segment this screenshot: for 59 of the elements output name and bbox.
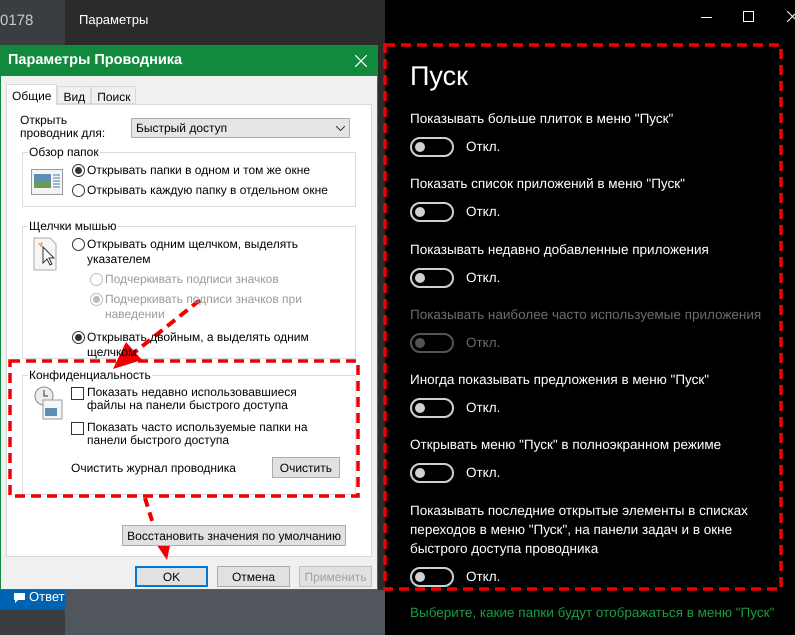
- radio-label: Открывать папки в одном и том же окне: [87, 163, 310, 178]
- toggle-state-text: Откл.: [466, 138, 500, 156]
- checkbox-label: Показать недавно использовавшиеся файлы на панели быстрого доступа: [87, 386, 298, 412]
- option-label: Показывать наиболее часто используемые приложения: [410, 306, 762, 324]
- restore-defaults-button[interactable]: Восстановить значения по умолчанию: [122, 525, 346, 546]
- chat-icon: [14, 593, 25, 603]
- radio-label: Открывать одним щелчком, выделять указателем: [87, 237, 299, 267]
- dialog-button: Применить: [299, 566, 372, 587]
- toggle-switch[interactable]: [410, 202, 454, 222]
- toggle-switch[interactable]: [410, 398, 454, 418]
- toggle-state-text: Откл.: [466, 464, 500, 482]
- radio-button[interactable]: [72, 238, 85, 251]
- checkbox-label: Показать часто используемые папки на панели быстрого доступа: [87, 421, 309, 447]
- toggle-state-text: Откл.: [466, 203, 500, 222]
- tab[interactable]: Вид: [57, 86, 92, 104]
- close-icon[interactable]: [787, 11, 795, 22]
- option-label: Открывать меню "Пуск" в полноэкранном режиме: [410, 436, 722, 454]
- option-label: Показывать больше плиток в меню "Пуск": [410, 110, 674, 128]
- dropdown[interactable]: Быстрый доступ: [131, 118, 350, 138]
- page-heading: Пуск: [410, 60, 469, 92]
- dialog-button[interactable]: Отмена: [217, 566, 290, 587]
- field-label: Открыть проводник для:: [20, 114, 106, 140]
- clock-document-icon: [33, 386, 63, 420]
- toggle-state-text: Откл.: [466, 399, 500, 417]
- group-title: Обзор папок: [28, 145, 100, 159]
- reply-button[interactable]: Ответ: [0, 590, 65, 610]
- radio-label: Открывать каждую папку в отдельном окне: [87, 183, 328, 198]
- radio-button[interactable]: [72, 184, 85, 197]
- toggle-state-text: Откл.: [466, 268, 500, 286]
- toggle-switch[interactable]: [410, 137, 454, 158]
- maximize-icon[interactable]: [743, 11, 754, 22]
- radio-button[interactable]: [72, 331, 85, 344]
- option-label: Показывать последние открытые элементы в списках переходов в меню "Пуск", на панели задач и в окне быстрого доступа проводника: [410, 502, 749, 558]
- radio-label: Подчеркивать подписи значков: [105, 272, 279, 287]
- dialog-title: Параметры Проводника: [8, 51, 182, 70]
- checkbox[interactable]: [71, 422, 84, 435]
- clear-button[interactable]: Очистить: [272, 457, 340, 478]
- toggle-switch[interactable]: [410, 268, 454, 288]
- toggle-switch[interactable]: [410, 566, 454, 587]
- window-icon: [31, 169, 63, 195]
- dialog-button[interactable]: OK: [135, 566, 208, 587]
- option-label: Показать список приложений в меню "Пуск": [410, 175, 686, 194]
- toggle-state-text: Откл.: [466, 568, 500, 586]
- toggle-switch[interactable]: [410, 463, 454, 484]
- group-title: Конфиденциальность: [28, 368, 152, 382]
- group-title: Щелчки мышью: [28, 219, 118, 233]
- chevron-down-icon: [336, 126, 345, 130]
- radio-button[interactable]: [72, 164, 85, 177]
- checkbox[interactable]: [71, 387, 84, 400]
- window-title: Параметры: [79, 11, 148, 29]
- clear-history-label: Очистить журнал проводника: [71, 460, 236, 476]
- tab[interactable]: Поиск: [91, 86, 136, 104]
- window-label: 0178: [0, 11, 34, 31]
- option-label: Иногда показывать предложения в меню "Пуск": [410, 371, 710, 389]
- radio-label: Подчеркивать подписи значков при наведении: [105, 292, 303, 322]
- option-label: Показывать недавно добавленные приложения: [410, 240, 710, 258]
- folders-link[interactable]: Выберите, какие папки будут отображаться в меню "Пуск": [410, 603, 774, 624]
- toggle-state-text: Откл.: [466, 334, 500, 352]
- tab[interactable]: Общие: [6, 84, 58, 105]
